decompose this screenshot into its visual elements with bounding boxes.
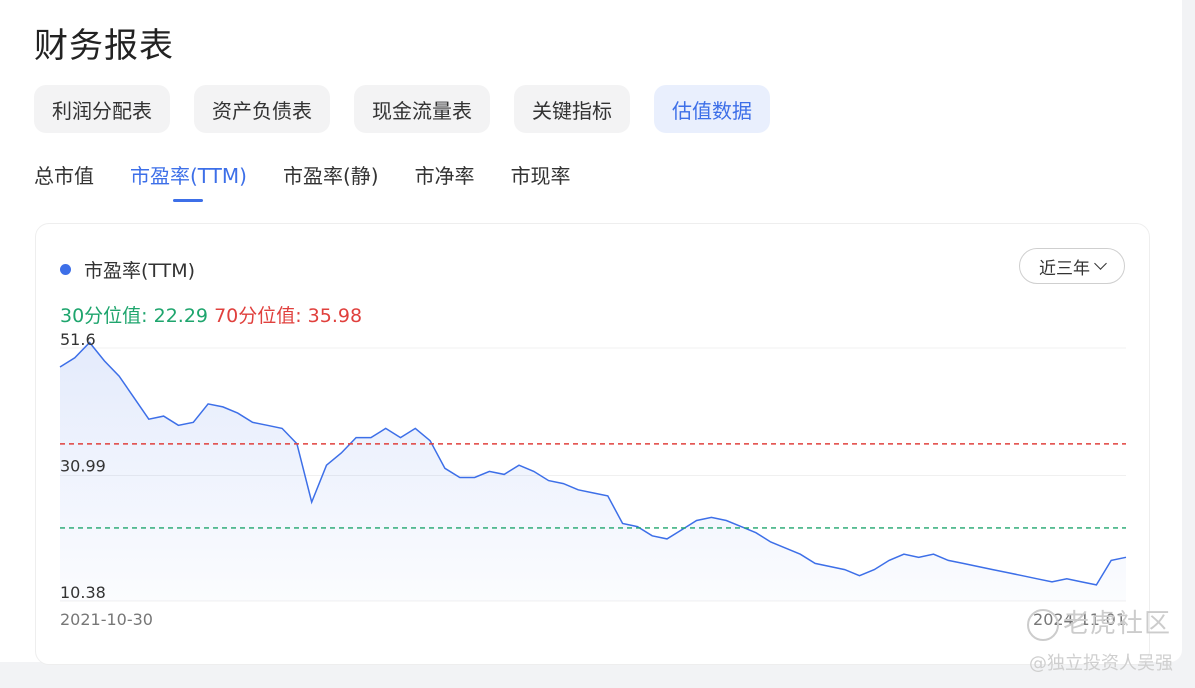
watermark-text: 老虎社区 bbox=[1062, 609, 1171, 639]
subtab-label: 市盈率(TTM) bbox=[130, 164, 247, 188]
watermark-logo: 老虎社区 bbox=[1026, 603, 1171, 641]
x-tick-label: 2021-10-30 bbox=[60, 610, 153, 629]
tab-key-indicators[interactable]: 关键指标 bbox=[514, 85, 630, 133]
tab-profit-distribution[interactable]: 利润分配表 bbox=[34, 85, 170, 133]
tab-cash-flow[interactable]: 现金流量表 bbox=[354, 85, 490, 133]
subtab-market-cap[interactable]: 总市值 bbox=[34, 160, 94, 202]
tab-balance-sheet[interactable]: 资产负债表 bbox=[194, 85, 330, 133]
y-tick-label: 30.99 bbox=[60, 457, 106, 476]
subtab-label: 市盈率(静) bbox=[282, 164, 379, 188]
active-underline bbox=[173, 199, 204, 202]
subtab-pe-ttm[interactable]: 市盈率(TTM) bbox=[130, 160, 247, 202]
subtab-pcf[interactable]: 市现率 bbox=[511, 160, 571, 202]
series-area bbox=[60, 342, 1126, 601]
subtab-label: 市净率 bbox=[414, 164, 475, 188]
page-title: 财务报表 bbox=[34, 26, 174, 66]
pe-chart[interactable]: 51.6 30.99 10.38 2021-10-30 2024-11-01 bbox=[36, 224, 1149, 664]
tiger-logo-icon bbox=[1026, 608, 1059, 641]
subtab-pe-static[interactable]: 市盈率(静) bbox=[283, 160, 379, 202]
tab-valuation-data[interactable]: 估值数据 bbox=[654, 85, 770, 133]
subtab-pb[interactable]: 市净率 bbox=[415, 160, 475, 202]
watermark-author: @独立投资人吴强 bbox=[1029, 653, 1173, 674]
valuation-subtabs: 总市值 市盈率(TTM) 市盈率(静) 市净率 市现率 bbox=[34, 160, 607, 202]
y-tick-label: 51.6 bbox=[60, 330, 96, 349]
y-tick-label: 10.38 bbox=[60, 583, 106, 602]
report-tabs: 利润分配表 资产负债表 现金流量表 关键指标 估值数据 bbox=[34, 85, 770, 133]
x-tick-labels: 2021-10-30 2024-11-01 bbox=[60, 610, 1126, 629]
chart-card: 市盈率(TTM) 近三年 30分位值: 22.29 70分位值: 35.98 5… bbox=[35, 223, 1150, 665]
subtab-label: 市现率 bbox=[510, 164, 571, 188]
subtab-label: 总市值 bbox=[34, 164, 94, 188]
